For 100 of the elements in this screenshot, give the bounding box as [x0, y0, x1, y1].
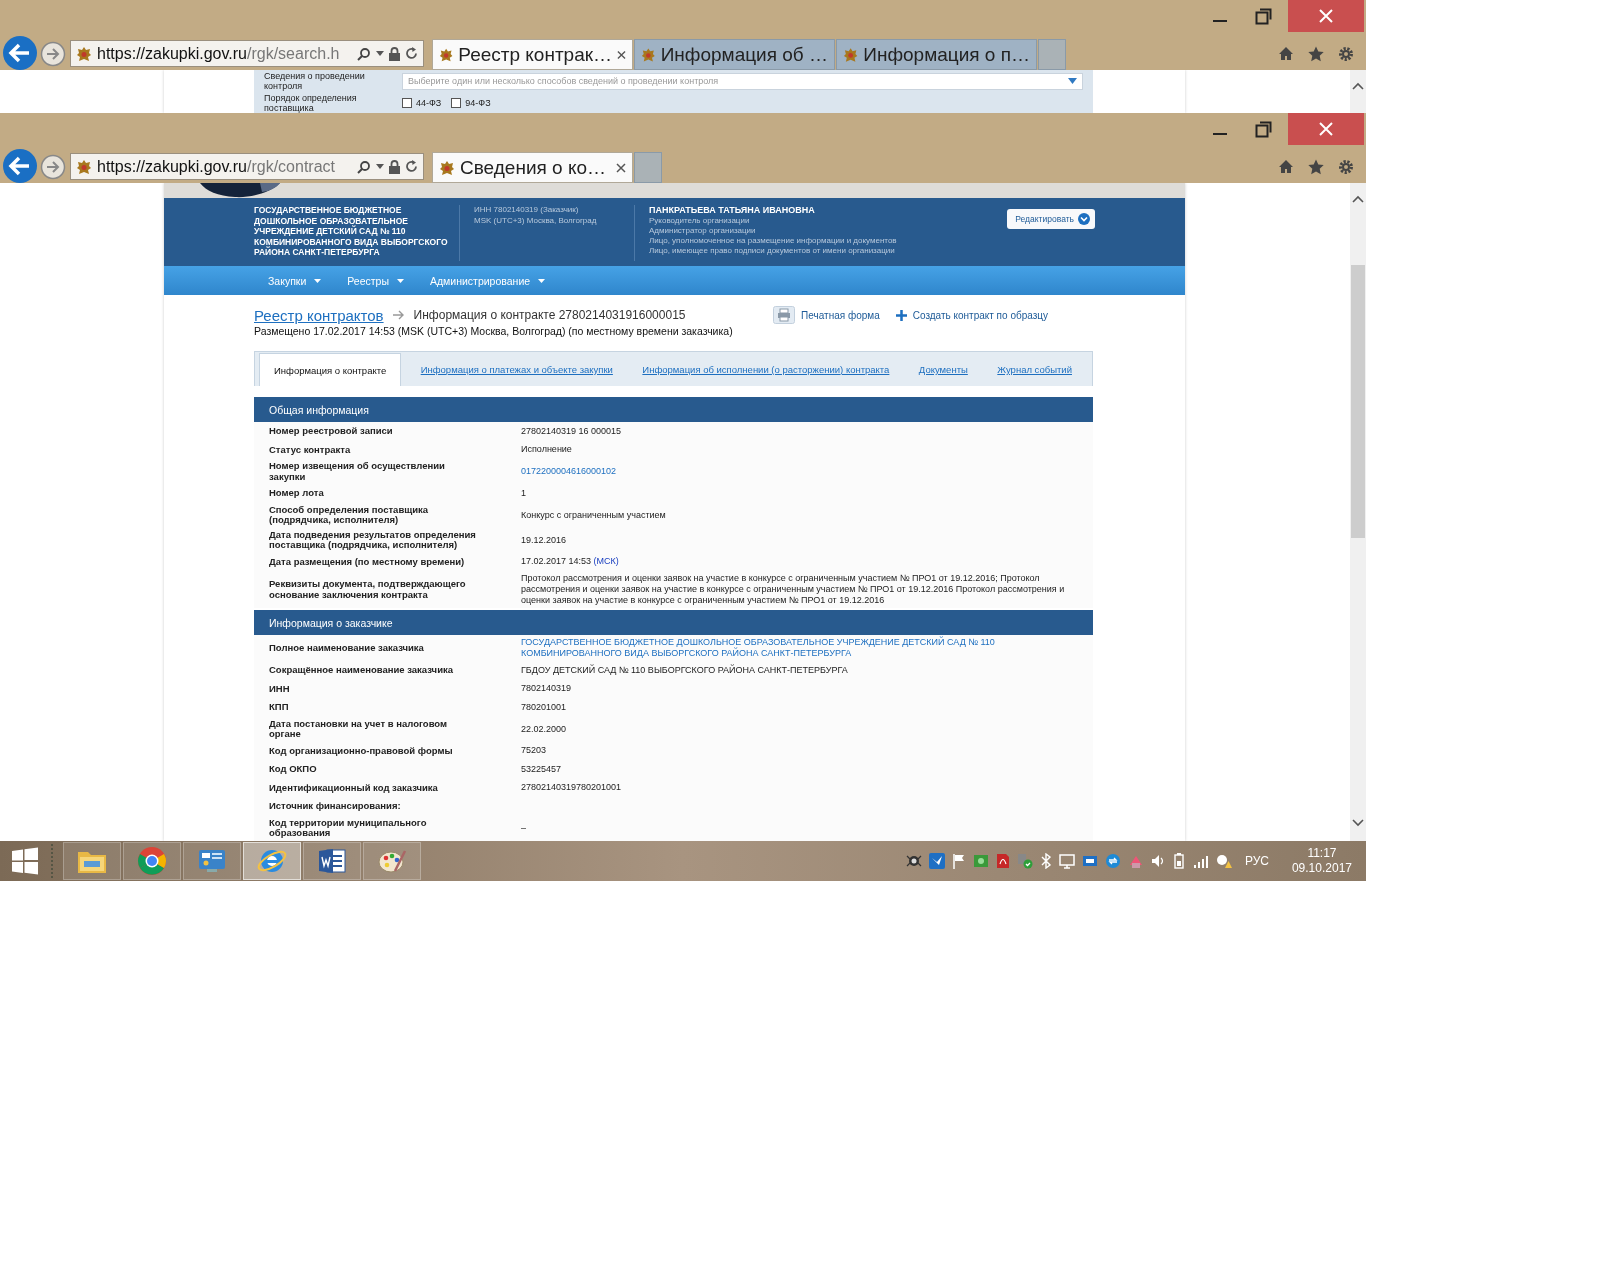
browser-tab[interactable]: Сведения о ко…: [432, 152, 633, 183]
checkbox[interactable]: [451, 97, 462, 108]
field-label: Источник финансирования:: [269, 799, 402, 813]
menu-item[interactable]: Администрирование: [429, 274, 546, 287]
close-button[interactable]: [1288, 0, 1364, 32]
dropdown-icon[interactable]: [1068, 78, 1077, 84]
start-button[interactable]: [11, 847, 39, 875]
taskbar-app[interactable]: [183, 842, 241, 880]
browser-tab[interactable]: Информация о п…: [836, 39, 1037, 70]
clock[interactable]: 11:17 09.10.2017: [1291, 846, 1352, 876]
settings-icon[interactable]: [1338, 45, 1354, 62]
organization-name: ГОСУДАРСТВЕННОЕ БЮДЖЕТНОЕ: [254, 205, 403, 216]
caret-icon: [396, 278, 404, 283]
posted-text: Размещено 17.02.2017 14:53 (MSK (UTC+3) Москва, Волгоград) (по местному времени заказчика): [254, 325, 734, 337]
user-role: Руководитель организации: [649, 216, 751, 226]
tab[interactable]: Информация о платежах и объекте закупки: [410, 364, 623, 386]
taskbar-app[interactable]: [303, 842, 361, 880]
bug-icon[interactable]: [905, 853, 922, 869]
field-label: Полное наименование заказчика: [269, 640, 425, 655]
chevron-down-icon: [1078, 213, 1090, 225]
card-icon[interactable]: [1081, 853, 1098, 869]
field-value: –: [521, 822, 526, 833]
page-title: Информация о контракте 2780214031916000015: [413, 308, 686, 322]
refresh-icon[interactable]: [405, 160, 418, 173]
scrollbar[interactable]: [1350, 183, 1366, 841]
organization-name: УЧРЕЖДЕНИЕ ДЕТСКИЙ САД № 110: [254, 226, 407, 237]
tab[interactable]: Журнал событий: [987, 364, 1082, 386]
star-icon[interactable]: [1308, 158, 1324, 175]
checkbox[interactable]: [402, 97, 412, 108]
field-value: 17.02.2017 14:53: [521, 556, 592, 567]
field-label: Номер извещения об осуществлении закупки: [269, 459, 446, 484]
caret-icon[interactable]: [376, 50, 384, 57]
action-label[interactable]: Создать контракт по образцу: [912, 309, 1048, 321]
caret-icon[interactable]: [376, 163, 384, 170]
value-link[interactable]: 0172200004616000102: [521, 466, 1078, 477]
star-icon[interactable]: [1308, 45, 1324, 62]
arrows-icon[interactable]: [1104, 853, 1121, 869]
inn-text: ИНН 7802140319 (Заказчик): [474, 205, 580, 216]
breadcrumb-link[interactable]: Реестр контрактов: [254, 306, 384, 324]
emblem-icon: [76, 158, 92, 175]
field-label: Сокращённое наименование заказчика: [269, 663, 454, 677]
field-label: Номер лота: [269, 486, 325, 500]
address-field[interactable]: https://zakupki.gov.ru/rgk/contract: [70, 153, 424, 180]
browser-tab[interactable]: Реестр контрак…: [432, 39, 633, 70]
emblem-icon: [76, 45, 92, 62]
emblem-icon: [641, 46, 656, 63]
field-label: Номер реестровой записи: [269, 424, 394, 438]
printer-icon: [773, 306, 796, 324]
search-icon[interactable]: [357, 159, 371, 174]
edit-button[interactable]: Редактировать: [1007, 209, 1095, 229]
checkbox-label: 94-ФЗ: [465, 97, 491, 108]
home-icon[interactable]: [1278, 159, 1294, 174]
battery-icon[interactable]: [1171, 853, 1186, 869]
close-icon[interactable]: [617, 49, 626, 60]
emblem-icon: [439, 159, 455, 176]
forward-button[interactable]: [40, 153, 66, 180]
taskbar-app[interactable]: [363, 842, 421, 880]
language-indicator[interactable]: РУС: [1244, 854, 1269, 868]
menu-item[interactable]: Закупки: [268, 274, 322, 287]
address-field[interactable]: https://zakupki.gov.ru/rgk/search.h: [70, 40, 424, 67]
field-value: 1: [521, 487, 526, 498]
field-label: КПП: [269, 700, 290, 714]
speaker-icon[interactable]: [1150, 853, 1165, 869]
monitor-icon[interactable]: [1058, 853, 1075, 869]
field-value: 27802140319780201001: [521, 782, 622, 793]
field-value: 53225457: [521, 763, 562, 774]
value-link[interactable]: ГОСУДАРСТВЕННОЕ БЮДЖЕТНОЕ ДОШКОЛЬНОЕ ОБРАЗОВАТЕЛЬНОЕ УЧРЕЖДЕНИЕ ДЕТСКИЙ САД № 110 КОМБИНИРОВАННОГО ВИДА ВЫБОРГСКОГО РАЙОНА САНКТ-ПЕТЕРБУРГА: [521, 637, 1078, 659]
flag-icon[interactable]: [951, 853, 966, 869]
menu-item[interactable]: Реестры: [347, 274, 404, 287]
tab[interactable]: Документы: [908, 364, 978, 386]
lock-icon: [389, 46, 400, 61]
close-button[interactable]: [1288, 113, 1364, 145]
document-icon[interactable]: [995, 853, 1010, 869]
bluetooth-icon[interactable]: [1039, 853, 1052, 869]
back-button[interactable]: [2, 34, 38, 71]
lock-icon: [389, 159, 400, 174]
settings-icon[interactable]: [1338, 158, 1354, 175]
signal-icon[interactable]: [1192, 853, 1209, 869]
field-value: 7802140319: [521, 683, 572, 694]
warning-icon[interactable]: [1215, 853, 1232, 869]
select-field[interactable]: Выберите один или несколько способов сведений о проведении контроля: [402, 72, 1083, 90]
organization-name: ДОШКОЛЬНОЕ ОБРАЗОВАТЕЛЬНОЕ: [254, 215, 410, 226]
tab[interactable]: Информация о контракте: [259, 353, 402, 386]
field-value: 22.02.2000: [521, 723, 567, 734]
scrollbar[interactable]: [1350, 70, 1366, 113]
home-icon[interactable]: [1278, 46, 1294, 61]
tab[interactable]: Информация об исполнении (о расторжении) контракта: [632, 364, 900, 386]
field-label: Статус контракта: [269, 442, 352, 457]
forward-button[interactable]: [40, 40, 66, 67]
action-label[interactable]: Печатная форма: [801, 309, 880, 321]
back-button[interactable]: [2, 147, 38, 184]
search-icon[interactable]: [357, 46, 371, 61]
scroll-thumb[interactable]: [1351, 265, 1365, 538]
timezone-link[interactable]: (МСК): [593, 556, 619, 567]
close-icon[interactable]: [616, 162, 626, 173]
control-panel-icon: [197, 847, 227, 875]
browser-tab[interactable]: Информация об …: [634, 39, 835, 70]
close-icon: [1318, 8, 1334, 24]
refresh-icon[interactable]: [405, 47, 418, 60]
field-label: Способ определения поставщика (подрядчика, исполнителя): [269, 502, 430, 527]
